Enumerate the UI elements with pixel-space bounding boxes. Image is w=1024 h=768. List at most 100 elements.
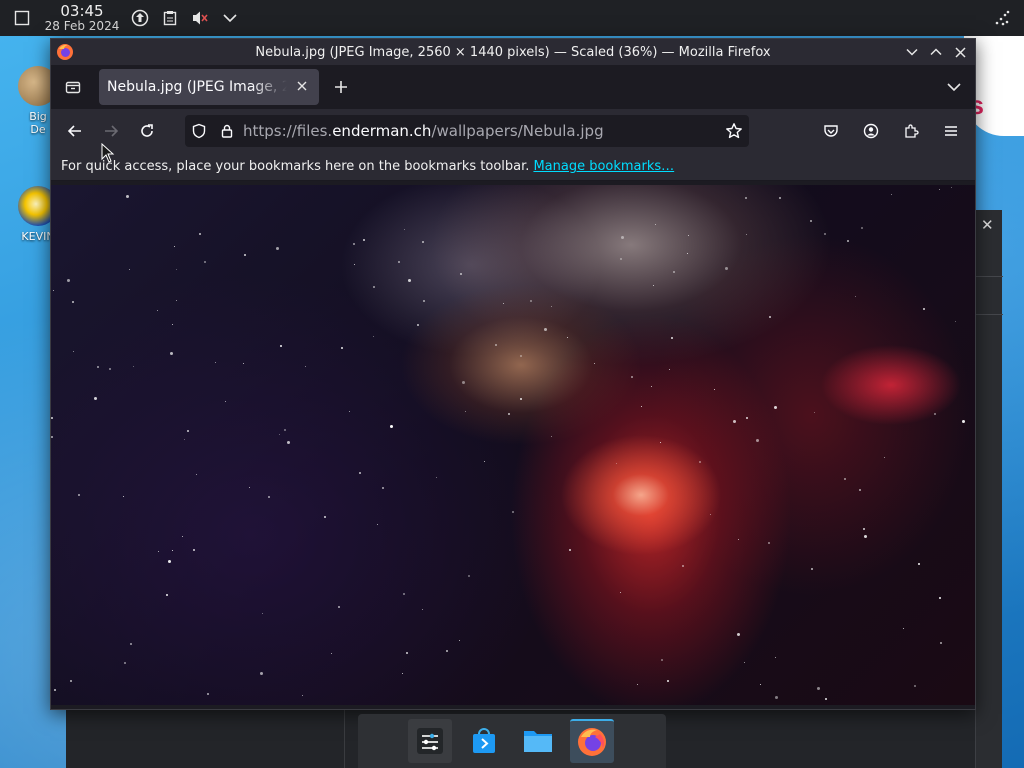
dock-firefox[interactable] xyxy=(570,719,614,763)
star xyxy=(671,337,673,339)
star xyxy=(940,642,942,644)
star xyxy=(305,366,306,367)
star xyxy=(903,628,904,629)
chevron-down-icon xyxy=(906,48,918,56)
star xyxy=(417,324,419,326)
extensions-button[interactable] xyxy=(895,115,927,147)
hamburger-menu-icon xyxy=(945,126,957,136)
clock-time: 03:45 xyxy=(60,2,104,20)
reload-button[interactable] xyxy=(131,115,163,147)
star xyxy=(530,300,532,302)
star xyxy=(641,406,642,407)
window-maximize-button[interactable] xyxy=(927,43,945,61)
volume-muted-icon xyxy=(193,11,208,25)
bookmark-star-icon[interactable] xyxy=(725,122,743,140)
digital-clock[interactable]: 03:45 28 Feb 2024 xyxy=(42,2,122,33)
star xyxy=(661,659,663,661)
firefox-view-button[interactable] xyxy=(53,71,93,103)
close-icon xyxy=(297,81,307,91)
dock-discover[interactable] xyxy=(462,719,506,763)
window-icon xyxy=(14,10,30,26)
window-titlebar[interactable]: Nebula.jpg (JPEG Image, 2560 × 1440 pixe… xyxy=(51,39,975,65)
clipboard-button[interactable] xyxy=(156,4,184,32)
firefox-logo-icon xyxy=(57,44,73,60)
star xyxy=(268,496,270,498)
nebula-image[interactable] xyxy=(51,185,975,705)
url-bar[interactable]: https://files.enderman.ch/wallpapers/Neb… xyxy=(185,115,749,147)
tracking-protection-icon[interactable] xyxy=(191,123,207,139)
pocket-button[interactable] xyxy=(815,115,847,147)
volume-button[interactable] xyxy=(186,4,214,32)
star xyxy=(244,254,246,256)
star xyxy=(398,261,400,263)
star xyxy=(446,650,448,652)
star xyxy=(621,236,624,239)
star xyxy=(215,362,216,363)
star xyxy=(249,487,250,488)
updates-button[interactable] xyxy=(126,4,154,32)
star xyxy=(725,267,728,270)
star xyxy=(262,613,263,614)
star xyxy=(243,363,244,364)
star xyxy=(939,597,941,599)
star xyxy=(859,489,861,491)
star xyxy=(459,640,460,641)
panel-edit-button[interactable] xyxy=(988,4,1016,32)
star xyxy=(891,194,892,195)
new-tab-button[interactable] xyxy=(325,71,357,103)
star xyxy=(324,516,326,518)
navigation-toolbar: https://files.enderman.ch/wallpapers/Neb… xyxy=(51,109,975,153)
close-icon xyxy=(954,46,966,58)
image-viewer[interactable] xyxy=(51,185,975,705)
star xyxy=(779,197,781,199)
star xyxy=(73,351,74,352)
chevron-down-icon xyxy=(947,83,961,92)
star xyxy=(174,246,175,247)
star xyxy=(544,328,547,331)
update-icon xyxy=(131,9,149,27)
star xyxy=(955,321,956,322)
star xyxy=(130,643,132,645)
star xyxy=(94,397,97,400)
star xyxy=(884,457,885,458)
star xyxy=(302,695,303,696)
window-close-button[interactable] xyxy=(951,43,969,61)
star xyxy=(54,689,56,691)
star xyxy=(667,680,669,682)
account-button[interactable] xyxy=(855,115,887,147)
star xyxy=(620,258,622,260)
star xyxy=(72,301,74,303)
show-desktop-button[interactable] xyxy=(8,4,36,32)
tray-expand-button[interactable] xyxy=(216,4,244,32)
reload-icon xyxy=(141,124,153,137)
star xyxy=(129,269,130,270)
star xyxy=(404,229,405,230)
star xyxy=(864,535,867,538)
star xyxy=(158,551,159,552)
star xyxy=(287,441,290,444)
list-all-tabs-button[interactable] xyxy=(943,76,965,98)
close-icon[interactable]: ✕ xyxy=(981,216,994,234)
dock-file-manager[interactable] xyxy=(516,719,560,763)
back-button[interactable] xyxy=(59,115,91,147)
app-menu-button[interactable] xyxy=(935,115,967,147)
star xyxy=(462,381,465,384)
star xyxy=(423,300,425,302)
bookmarks-toolbar: For quick access, place your bookmarks h… xyxy=(51,153,975,181)
star xyxy=(520,398,522,400)
edit-mode-icon xyxy=(995,10,1010,26)
star xyxy=(768,542,770,544)
window-minimize-button[interactable] xyxy=(903,43,921,61)
star xyxy=(760,684,761,685)
star xyxy=(810,220,812,222)
dock-system-settings[interactable] xyxy=(408,719,452,763)
lock-icon[interactable] xyxy=(219,123,235,139)
star xyxy=(280,345,282,347)
star xyxy=(817,687,820,690)
tab-nebula[interactable]: Nebula.jpg (JPEG Image, 2560 × 1440 pixe… xyxy=(99,69,319,105)
tab-close-button[interactable] xyxy=(293,77,311,95)
pocket-icon xyxy=(824,125,838,137)
star xyxy=(402,673,403,674)
url-text: https://files.enderman.ch/wallpapers/Neb… xyxy=(243,122,725,140)
manage-bookmarks-link[interactable]: Manage bookmarks… xyxy=(533,159,674,174)
